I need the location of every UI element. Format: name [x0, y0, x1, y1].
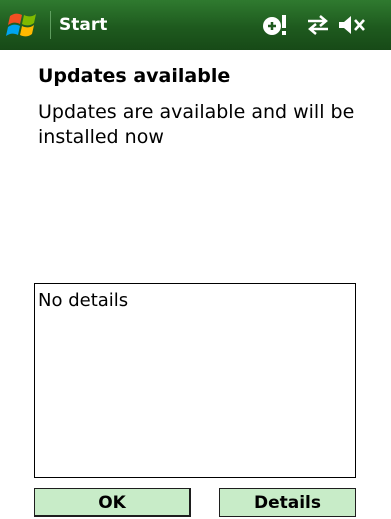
- title-start-label[interactable]: Start: [59, 14, 107, 36]
- title-separator: [50, 11, 51, 39]
- details-text-area[interactable]: No details: [34, 283, 356, 478]
- dialog-message: Updates are available and will be instal…: [38, 101, 355, 148]
- ok-button[interactable]: OK: [34, 488, 191, 517]
- notification-icon[interactable]: [262, 13, 290, 37]
- connectivity-icon[interactable]: [305, 13, 331, 37]
- details-text: No details: [38, 290, 129, 311]
- volume-muted-icon[interactable]: [337, 13, 367, 37]
- windows-start-icon[interactable]: [6, 9, 42, 41]
- title-bar: Start: [0, 0, 391, 50]
- dialog-heading: Updates available: [38, 65, 231, 87]
- details-button[interactable]: Details: [219, 488, 356, 517]
